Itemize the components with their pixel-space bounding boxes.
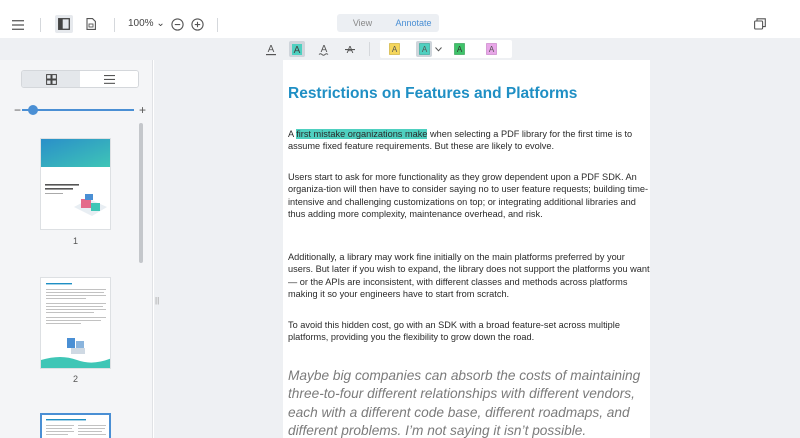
slider-minus-icon[interactable]: − bbox=[14, 102, 21, 118]
mode-switcher: View Annotate bbox=[337, 14, 439, 32]
tab-outline[interactable] bbox=[80, 71, 138, 87]
toolbar-divider bbox=[217, 18, 218, 32]
paragraph-3: Additionally, a library may work fine in… bbox=[288, 252, 650, 299]
slider-track[interactable] bbox=[22, 109, 134, 111]
pdf-page[interactable]: Restrictions on Features and Platforms A… bbox=[283, 60, 650, 438]
sidebar-resize-handle[interactable]: || bbox=[155, 296, 159, 305]
underline-text-icon[interactable]: A bbox=[263, 41, 279, 57]
note-teal-icon[interactable]: A bbox=[416, 41, 432, 57]
thumbnails-icon bbox=[45, 73, 57, 85]
strikeout-text-icon[interactable]: A bbox=[342, 41, 358, 57]
highlight-text-icon[interactable]: A bbox=[289, 41, 305, 57]
highlight-annotation[interactable]: first mistake organizations make bbox=[296, 129, 428, 139]
paragraph-4: To avoid this hidden cost, go with an SD… bbox=[288, 320, 620, 343]
zoom-out-icon[interactable] bbox=[170, 17, 184, 31]
pull-quote: Maybe big companies can absorb the costs… bbox=[288, 368, 641, 438]
note-green-icon[interactable]: A bbox=[451, 41, 467, 57]
thumbnail-sidebar: − + 1 2 bbox=[0, 60, 153, 438]
sidebar-scrollbar[interactable] bbox=[139, 123, 143, 263]
tab-thumbnails[interactable] bbox=[22, 71, 80, 87]
annotation-toolbar: A A A A A A A A bbox=[0, 38, 800, 60]
page-3-thumbnail-image bbox=[46, 419, 106, 435]
paragraph-1: A first mistake organizations make when … bbox=[288, 129, 633, 152]
note-yellow-icon[interactable]: A bbox=[386, 41, 402, 57]
paragraph-2: Users start to ask for more functionalit… bbox=[288, 172, 649, 219]
toolbar-divider bbox=[114, 18, 115, 32]
svg-text:A: A bbox=[347, 45, 354, 56]
sidebar-tabs bbox=[21, 70, 139, 88]
tab-view[interactable]: View bbox=[337, 14, 388, 32]
svg-text:A: A bbox=[268, 44, 275, 55]
svg-text:A: A bbox=[391, 45, 397, 54]
sidebar-toggle-icon[interactable] bbox=[55, 15, 73, 33]
chat-icon[interactable] bbox=[753, 16, 767, 32]
toolbar-divider bbox=[369, 42, 370, 56]
svg-text:A: A bbox=[456, 45, 462, 54]
chevron-down-icon[interactable] bbox=[433, 41, 443, 57]
page-2-thumbnail-image bbox=[41, 283, 110, 368]
slider-plus-icon[interactable]: + bbox=[139, 102, 146, 118]
page-thumbnail-1[interactable] bbox=[40, 138, 111, 230]
page-number-2: 2 bbox=[72, 374, 78, 384]
document-icon[interactable] bbox=[83, 15, 99, 33]
thumbnail-zoom-slider[interactable]: − + bbox=[14, 102, 146, 118]
page-number-1: 1 bbox=[72, 236, 78, 246]
page-heading: Restrictions on Features and Platforms bbox=[288, 85, 578, 102]
note-pink-icon[interactable]: A bbox=[483, 41, 499, 57]
zoom-in-icon[interactable] bbox=[190, 17, 204, 31]
tab-annotate[interactable]: Annotate bbox=[388, 14, 439, 32]
svg-text:A: A bbox=[488, 45, 494, 54]
svg-text:A: A bbox=[421, 45, 427, 54]
cover-thumbnail-image bbox=[41, 139, 110, 229]
page-thumbnail-3[interactable] bbox=[40, 413, 111, 438]
zoom-level[interactable]: 100% ⌄ bbox=[128, 18, 165, 29]
menu-icon[interactable] bbox=[10, 16, 26, 34]
toolbar-divider bbox=[40, 18, 41, 32]
slider-handle[interactable] bbox=[28, 105, 39, 115]
page-thumbnail-2[interactable] bbox=[40, 277, 111, 369]
top-toolbar: 100% ⌄ View Annotate bbox=[0, 12, 800, 38]
outline-icon bbox=[103, 74, 115, 84]
squiggly-text-icon[interactable]: A bbox=[316, 41, 332, 57]
svg-text:A: A bbox=[294, 45, 301, 56]
